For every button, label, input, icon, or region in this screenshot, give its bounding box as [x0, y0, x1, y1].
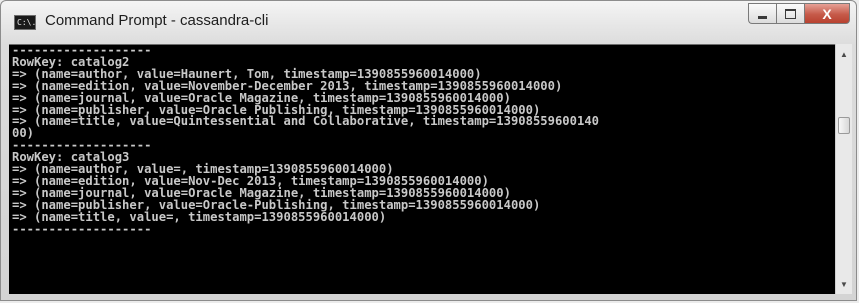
scroll-thumb[interactable]	[838, 117, 850, 134]
close-icon: X	[822, 5, 832, 22]
caption-buttons: X	[748, 3, 850, 25]
minimize-button[interactable]	[748, 3, 776, 24]
title-bar[interactable]: C:\. Command Prompt - cassandra-cli X	[1, 1, 856, 43]
close-button[interactable]: X	[804, 3, 850, 24]
scroll-down-icon[interactable]: ▼	[836, 276, 852, 292]
console-lines: ------------------- RowKey: catalog2 => (n…	[12, 45, 599, 236]
vertical-scrollbar[interactable]: ▲ ▼	[835, 44, 852, 294]
cmd-icon[interactable]: C:\.	[14, 15, 36, 30]
console-line: => (name=title, value=Quintessential and…	[12, 114, 599, 129]
console-line: -------------------	[12, 221, 152, 236]
window-bottom-border	[1, 294, 856, 300]
window-title: Command Prompt - cassandra-cli	[45, 12, 269, 29]
console-output[interactable]: ------------------- RowKey: catalog2 => (n…	[9, 44, 835, 295]
command-prompt-window: C:\. Command Prompt - cassandra-cli X --…	[0, 0, 857, 301]
maximize-icon	[785, 8, 796, 19]
minimize-icon	[758, 15, 767, 19]
maximize-button[interactable]	[776, 3, 804, 24]
scroll-up-icon[interactable]: ▲	[836, 46, 852, 62]
